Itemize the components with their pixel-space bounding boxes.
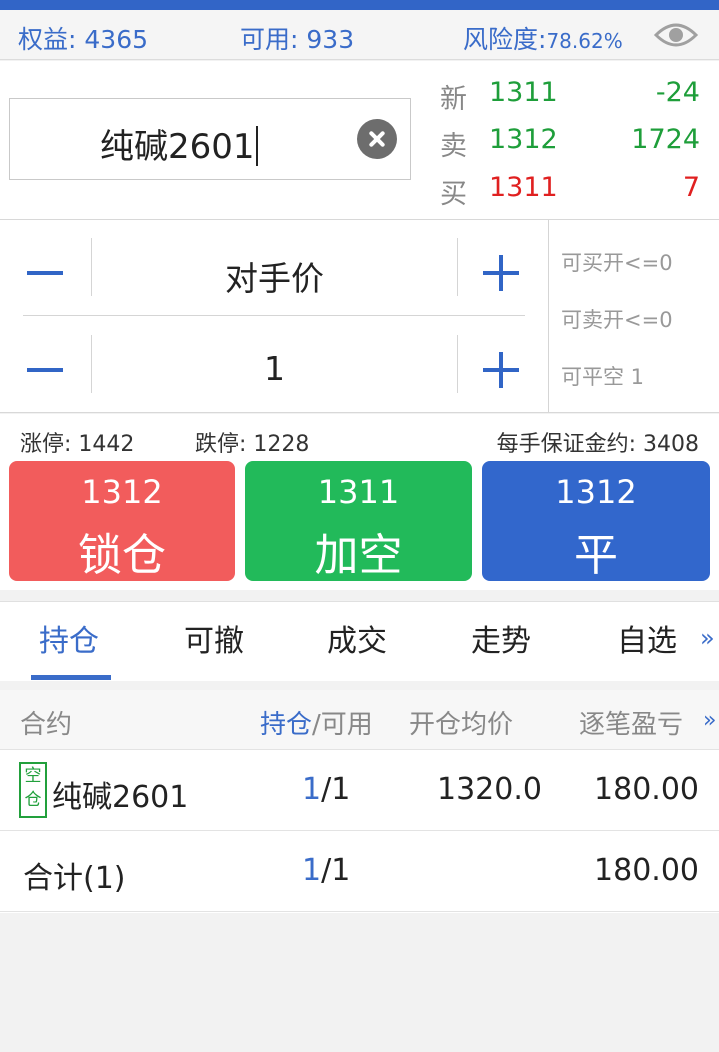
header-available-label: /可用 [312, 710, 373, 740]
quantity-input[interactable]: 1 [92, 349, 457, 388]
table-header: 合约 持仓/可用 开仓均价 逐笔盈亏 » [0, 690, 719, 750]
header-avg-price: 开仓均价 [409, 710, 514, 740]
symbol-text: 纯碱2601 [100, 119, 258, 168]
quantity-plus-button[interactable] [457, 335, 525, 405]
total-label: 合计(1) [23, 861, 126, 896]
clear-icon[interactable] [357, 119, 397, 159]
eye-icon[interactable] [653, 18, 699, 52]
quote-bid-row[interactable]: 买 1311 7 [440, 172, 700, 212]
short-position-tag: 空仓 [19, 762, 47, 818]
bid-price: 1311 [489, 172, 558, 203]
row-avg-price: 1320.0 [437, 772, 542, 807]
last-change: -24 [655, 77, 700, 108]
row-position: 1/1 [302, 772, 350, 807]
price-type-selector[interactable]: 对手价 [92, 252, 457, 300]
symbol-input[interactable]: 纯碱2601 [9, 98, 411, 180]
header-position-label: 持仓 [260, 710, 313, 740]
row-position-qty: 1 [302, 772, 322, 807]
quantity-stepper: 1 [23, 335, 525, 405]
quote-panel: 纯碱2601 新 1311 -24 卖 1312 1724 买 1311 7 [0, 61, 719, 220]
limit-info: 涨停: 1442 跌停: 1228 每手保证金约: 3408 [0, 414, 719, 462]
row-pnl: 180.00 [594, 772, 699, 807]
total-available-qty: /1 [321, 853, 351, 888]
ask-label: 卖 [440, 131, 467, 162]
header-position: 持仓/可用 [260, 704, 373, 741]
columns-more-icon[interactable]: » [703, 708, 716, 733]
tab-bar: 持仓 可撤 成交 走势 自选 » [0, 601, 719, 681]
can-sell-open: 可卖开<=0 [561, 308, 673, 332]
trade-buttons: 1312 锁仓 1311 加空 1312 平 [0, 460, 719, 590]
active-tab-indicator [31, 675, 111, 680]
add-short-price: 1311 [317, 473, 400, 511]
positions-table: 合约 持仓/可用 开仓均价 逐笔盈亏 » 空仓 纯碱2601 1/1 1320.… [0, 690, 719, 913]
available: 可用: 933 [240, 20, 354, 56]
close-label: 平 [574, 530, 618, 581]
close-price: 1312 [555, 473, 637, 511]
can-buy-open: 可买开<=0 [561, 251, 673, 275]
equity-value: 4365 [84, 25, 149, 54]
symbol-name: 纯碱2601 [100, 127, 255, 167]
top-accent-bar [0, 0, 719, 10]
risk-value: 78.62% [546, 29, 623, 53]
ask-qty: 1724 [631, 124, 700, 155]
bid-qty: 7 [682, 172, 700, 203]
price-plus-button[interactable] [457, 238, 525, 308]
risk: 风险度:78.62% [463, 20, 623, 56]
ask-price: 1312 [489, 124, 558, 155]
last-price: 1311 [489, 77, 558, 108]
risk-label: 风险度: [463, 25, 547, 54]
order-panel: 对手价 1 可买开<=0 可卖开<=0 可平空 1 [0, 220, 719, 413]
text-caret [255, 126, 258, 166]
limit-down: 跌停: 1228 [195, 432, 310, 457]
tab-fills[interactable]: 成交 [327, 616, 387, 660]
tabs-more-icon[interactable]: » [700, 624, 715, 652]
limit-up: 涨停: 1442 [20, 432, 135, 457]
total-row: 合计(1) 1/1 180.00 [0, 831, 719, 912]
quote-last-row: 新 1311 -24 [440, 77, 700, 117]
header-pnl[interactable]: 逐笔盈亏 [579, 704, 683, 741]
lock-label: 锁仓 [78, 530, 166, 581]
margin-per-lot: 每手保证金约: 3408 [496, 432, 699, 457]
row-contract: 纯碱2601 [52, 780, 189, 815]
divider [23, 315, 525, 316]
price-stepper: 对手价 [23, 238, 525, 308]
tab-trend[interactable]: 走势 [471, 616, 531, 660]
total-position-qty: 1 [302, 853, 322, 888]
tab-watchlist[interactable]: 自选 [617, 616, 677, 660]
equity: 权益: 4365 [18, 20, 148, 56]
add-short-label: 加空 [314, 530, 403, 581]
add-short-button[interactable]: 1311 加空 [245, 461, 472, 581]
tab-cancellable[interactable]: 可撤 [184, 616, 244, 660]
available-label: 可用: [240, 25, 299, 54]
row-available-qty: /1 [321, 772, 351, 807]
divider [548, 220, 549, 412]
quantity-minus-button[interactable] [23, 335, 91, 405]
header-contract: 合约 [20, 710, 73, 740]
bid-label: 买 [440, 179, 467, 210]
table-row[interactable]: 空仓 纯碱2601 1/1 1320.0 180.00 [0, 750, 719, 831]
lock-position-button[interactable]: 1312 锁仓 [9, 461, 235, 581]
lock-price: 1312 [81, 473, 163, 511]
total-position: 1/1 [302, 853, 350, 888]
price-minus-button[interactable] [23, 238, 91, 308]
close-position-button[interactable]: 1312 平 [482, 461, 710, 581]
tab-positions[interactable]: 持仓 [39, 616, 99, 660]
equity-label: 权益: [18, 25, 77, 54]
available-value: 933 [306, 25, 355, 54]
account-summary: 权益: 4365 可用: 933 风险度:78.62% [0, 10, 719, 60]
quote-ask-row[interactable]: 卖 1312 1724 [440, 124, 700, 164]
total-pnl: 180.00 [594, 853, 699, 888]
last-label: 新 [440, 84, 467, 115]
can-close-short: 可平空 1 [561, 365, 645, 389]
